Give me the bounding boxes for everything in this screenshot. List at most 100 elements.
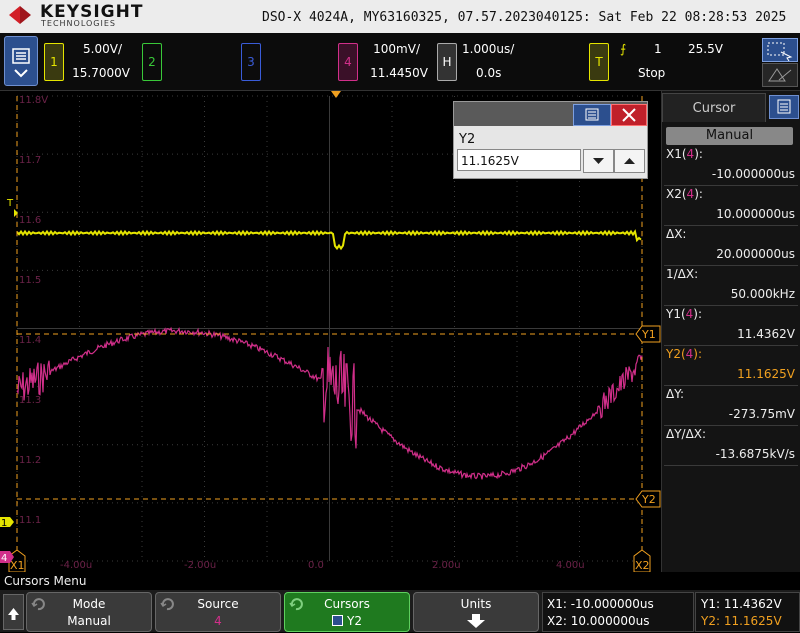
cursor-row-label: ΔX: xyxy=(666,227,686,241)
gesture-icon[interactable] xyxy=(762,63,798,87)
cursor-row-label: ΔY: xyxy=(666,387,684,401)
channel-4-key[interactable]: 4 xyxy=(338,43,358,81)
mode-softkey[interactable]: Mode Manual xyxy=(26,592,152,632)
dialog-menu-icon[interactable] xyxy=(573,104,611,126)
x1-readout: X1: -10.000000us xyxy=(547,597,654,611)
acquisition-status: Stop xyxy=(638,66,666,80)
y-axis-label: 11.7 xyxy=(19,155,41,166)
cursor-row-label: ΔY/ΔX: xyxy=(666,427,706,441)
dialog-title: Y2 xyxy=(459,132,476,147)
divider xyxy=(664,305,798,306)
mode-softkey-value: Manual xyxy=(67,614,111,628)
divider xyxy=(664,465,798,466)
units-softkey[interactable]: Units xyxy=(413,592,539,632)
menu-icon xyxy=(12,48,30,78)
channel-1-offset[interactable]: 15.7000V xyxy=(60,66,130,80)
cursor-panel: Cursor Manual X1(4): -10.000000us X2(4): 10… xyxy=(661,91,800,572)
label-text: 1/ΔX: xyxy=(666,267,699,281)
channel-2-key[interactable]: 2 xyxy=(142,43,162,81)
brand-subtitle: TECHNOLOGIES xyxy=(41,19,116,28)
horizontal-key[interactable]: H xyxy=(437,43,457,81)
back-button[interactable] xyxy=(3,594,24,630)
x-axis-label: 4.00u xyxy=(556,560,585,571)
label-suffix: ): xyxy=(693,307,703,321)
trigger-level[interactable]: 25.5V xyxy=(688,42,723,56)
divider xyxy=(664,185,798,186)
x-axis-label: -2.00u xyxy=(184,560,216,571)
label-text: X1( xyxy=(666,147,687,161)
cursor-row-value: 50.000kHz xyxy=(730,287,795,301)
screen-select-icon[interactable] xyxy=(762,38,798,62)
svg-text:Y1: Y1 xyxy=(641,328,656,341)
cursor-mode-label[interactable]: Manual xyxy=(666,127,793,145)
trigger-edge-icon: ⨍ xyxy=(620,42,627,56)
x2-readout: X2: 10.000000us xyxy=(547,614,650,628)
label-text: ΔX: xyxy=(666,227,687,241)
cursors-softkey-title: Cursors xyxy=(324,597,370,611)
x-axis-label: 0.0 xyxy=(308,560,324,571)
label-text: ΔY/ΔX: xyxy=(666,427,707,441)
panel-menu-icon[interactable] xyxy=(769,95,799,119)
dialog-close-icon[interactable] xyxy=(611,104,647,126)
cursors-softkey[interactable]: Cursors Y2 xyxy=(284,592,410,632)
y-axis-label: 11.5 xyxy=(19,275,41,286)
units-softkey-title: Units xyxy=(460,597,492,611)
horizontal-scale[interactable]: 1.000us/ xyxy=(462,42,526,56)
y-axis-label: 11.2 xyxy=(19,455,41,466)
source-softkey-title: Source xyxy=(197,597,239,611)
x-axis-label: -4.00u xyxy=(60,560,92,571)
label-suffix: ): xyxy=(693,347,703,361)
trigger-source[interactable]: 1 xyxy=(654,42,662,56)
svg-text:X2: X2 xyxy=(635,559,650,572)
cursor-row-value: -273.75mV xyxy=(728,407,795,421)
channel-4-offset[interactable]: 11.4450V xyxy=(356,66,428,80)
instrument-info: DSO-X 4024A, MY63160325, 07.57.202304012… xyxy=(262,10,787,25)
channel-bar: 1 5.00V/ 15.7000V 2 3 4 100mV/ 11.4450V … xyxy=(0,33,800,91)
label-text: Y1( xyxy=(666,307,686,321)
svg-text:X1: X1 xyxy=(10,559,25,572)
divider xyxy=(664,385,798,386)
y-axis-label: 11.6 xyxy=(19,215,41,226)
main-menu-button[interactable] xyxy=(4,36,38,86)
cursor-row-value: 11.4362V xyxy=(737,327,795,341)
y-axis-label: 11.3 xyxy=(19,395,41,406)
cursor-row-value: -10.000000us xyxy=(711,167,795,181)
submenu-arrow-icon xyxy=(467,614,485,628)
horizontal-delay[interactable]: 0.0s xyxy=(476,66,516,80)
cursor-row-value: 11.1625V xyxy=(737,367,795,381)
increment-button[interactable] xyxy=(614,149,645,173)
arrow-down-icon xyxy=(593,158,604,164)
svg-text:4: 4 xyxy=(1,553,7,564)
y2-value-input[interactable]: 11.1625V xyxy=(457,149,581,171)
label-text: Y2( xyxy=(666,347,686,361)
decrement-button[interactable] xyxy=(583,149,614,173)
cursor-row-label: Y2(4): xyxy=(666,347,702,361)
cursor-y1-tag[interactable]: Y1 xyxy=(635,325,661,343)
cursor-row-value: -13.6875kV/s xyxy=(715,447,795,461)
divider xyxy=(664,265,798,266)
x-cursor-readout: X1: -10.000000us X2: 10.000000us xyxy=(542,592,694,632)
cursor-tab[interactable]: Cursor xyxy=(662,93,766,122)
trigger-key[interactable]: T xyxy=(589,43,609,81)
divider xyxy=(664,225,798,226)
source-softkey[interactable]: Source 4 xyxy=(155,592,281,632)
cursor-y2-tag[interactable]: Y2 xyxy=(635,490,661,508)
label-text: X2( xyxy=(666,187,687,201)
channel-1-scale[interactable]: 5.00V/ xyxy=(60,42,122,56)
cursor-row-label: 1/ΔX: xyxy=(666,267,698,281)
label-suffix: ): xyxy=(694,187,703,201)
y-axis-label: 11.8V xyxy=(19,95,48,106)
y2-readout: Y2: 11.1625V xyxy=(701,614,782,628)
svg-text:1: 1 xyxy=(1,518,7,529)
title-bar: KEYSIGHT TECHNOLOGIES DSO-X 4024A, MY631… xyxy=(0,0,800,33)
svg-text:T: T xyxy=(6,198,14,209)
x-axis-label: 2.00u xyxy=(432,560,461,571)
cursor-row-label: X1(4): xyxy=(666,147,703,161)
channel-3-key[interactable]: 3 xyxy=(241,43,261,81)
label-text: ΔY: xyxy=(666,387,684,401)
cursor-select-icon xyxy=(332,615,344,626)
divider xyxy=(664,345,798,346)
channel-4-scale[interactable]: 100mV/ xyxy=(356,42,420,56)
softkey-menu-title: Cursors Menu xyxy=(0,572,800,590)
arrow-up-icon xyxy=(624,158,635,164)
